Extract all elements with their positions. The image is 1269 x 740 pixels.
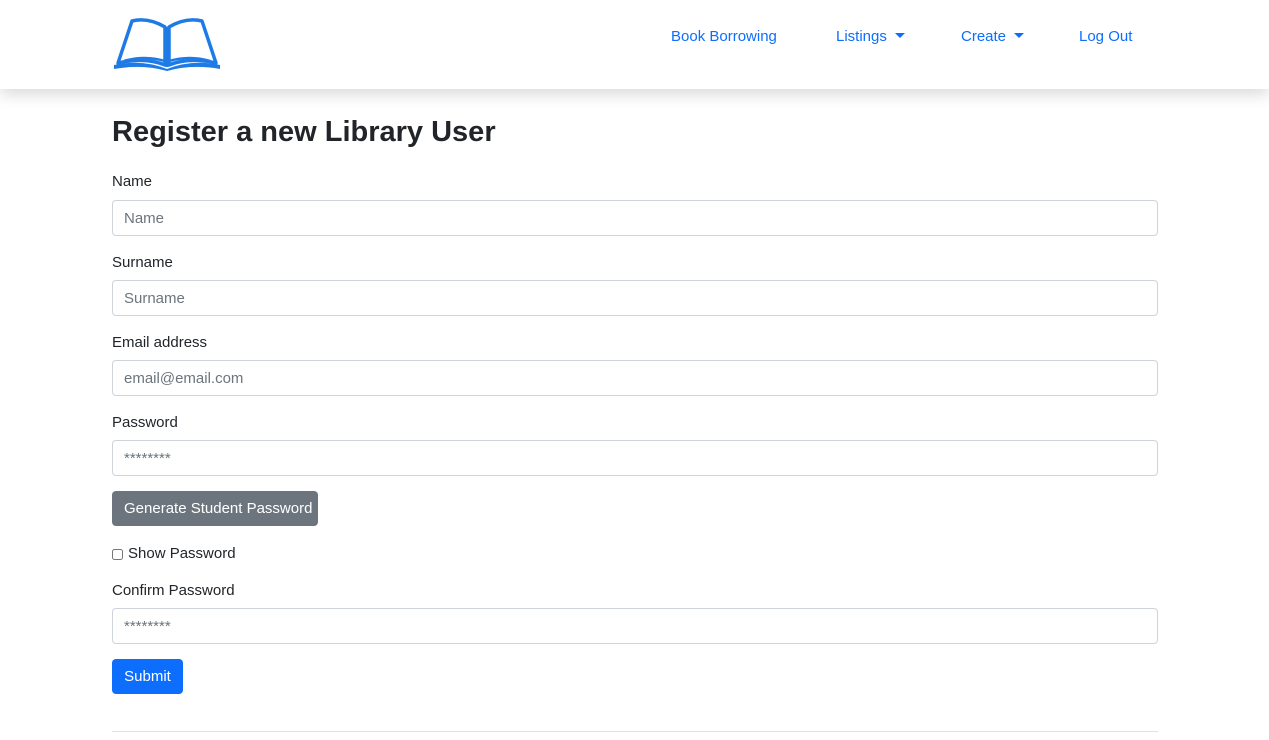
nav-link-label: Log Out: [1079, 28, 1133, 45]
caret-down-icon: [894, 33, 905, 38]
show-password-row: Show Password: [112, 544, 236, 564]
open-book-logo[interactable]: [112, 15, 222, 71]
email-label: Email address: [112, 334, 208, 351]
submit-button[interactable]: Submit: [112, 659, 183, 694]
surname-input[interactable]: [112, 280, 1158, 316]
show-password-checkbox[interactable]: [112, 548, 123, 560]
nav-link-book-borrowing[interactable]: Book Borrowing: [671, 26, 777, 48]
password-label: Password: [112, 414, 178, 431]
confirm-password-input[interactable]: [112, 608, 1158, 644]
nav-link-label: Book Borrowing: [671, 28, 777, 45]
password-input[interactable]: [112, 440, 1158, 476]
email-input[interactable]: [112, 360, 1158, 396]
nav-dropdown-listings[interactable]: Listings: [836, 26, 905, 48]
nav-dropdown-create[interactable]: Create: [961, 26, 1025, 48]
nav-link-log-out[interactable]: Log Out: [1079, 26, 1132, 48]
nav-link-label: Create: [961, 28, 1007, 45]
name-input[interactable]: [112, 200, 1158, 236]
navbar: Book Borrowing Listings Create Log Out: [0, 0, 1269, 89]
generate-password-button[interactable]: Generate Student Password: [112, 491, 318, 526]
page-title: Register a new Library User: [112, 116, 496, 148]
nav-link-label: Listings: [836, 28, 887, 45]
surname-label: Surname: [112, 254, 173, 271]
footer-divider: [112, 731, 1158, 732]
name-label: Name: [112, 173, 153, 190]
caret-down-icon: [1014, 33, 1025, 38]
confirm-password-label: Confirm Password: [112, 582, 235, 599]
show-password-label: Show Password: [128, 545, 236, 562]
